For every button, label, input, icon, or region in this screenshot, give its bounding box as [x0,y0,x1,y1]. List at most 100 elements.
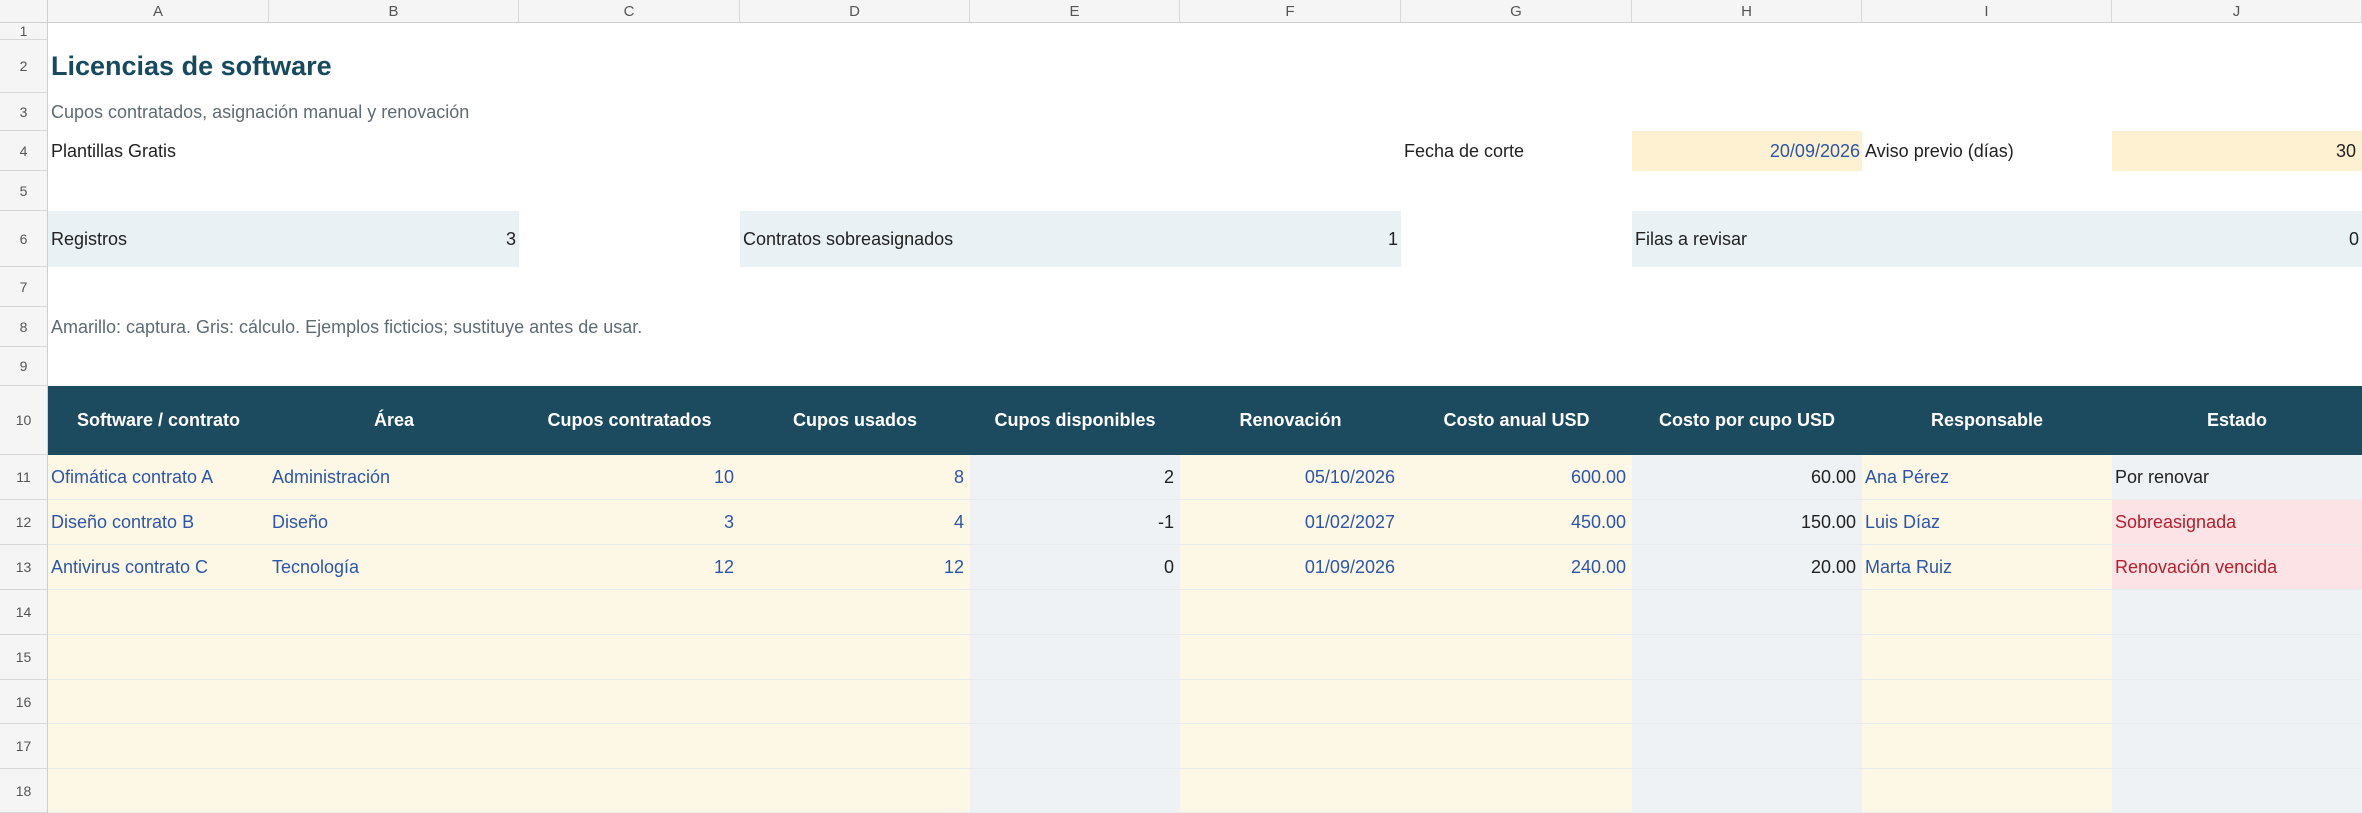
row-header-10[interactable]: 10 [0,386,48,455]
cell-contracted[interactable]: 12 [519,545,740,590]
cell-status[interactable] [2112,724,2362,769]
cell-software[interactable] [48,724,269,769]
row-header-8[interactable]: 8 [0,307,48,347]
cell-area[interactable]: Administración [269,455,519,500]
col-status[interactable]: Estado [2112,386,2362,455]
cell-used[interactable] [740,724,970,769]
cell-owner[interactable] [1862,769,2112,813]
cell-used[interactable] [740,590,970,635]
cell-annual-cost[interactable] [1401,635,1632,680]
column-header-b[interactable]: B [269,0,519,23]
cell-software[interactable] [48,769,269,813]
row-header-12[interactable]: 12 [0,500,48,545]
select-all-corner[interactable] [0,0,48,23]
cell-owner[interactable] [1862,590,2112,635]
cell-owner[interactable]: Marta Ruiz [1862,545,2112,590]
cell-available[interactable]: 0 [970,545,1180,590]
cell-used[interactable]: 4 [740,500,970,545]
cell-used[interactable] [740,769,970,813]
cell-renewal[interactable]: 01/02/2027 [1180,500,1401,545]
cell-software[interactable]: Diseño contrato B [48,500,269,545]
cell-cost-per-seat[interactable]: 150.00 [1632,500,1862,545]
row-header-7[interactable]: 7 [0,267,48,307]
cell-used[interactable]: 8 [740,455,970,500]
cell-cost-per-seat[interactable] [1632,590,1862,635]
cell-area[interactable] [269,680,519,724]
col-area[interactable]: Área [269,386,519,455]
cell-owner[interactable] [1862,724,2112,769]
column-header-j[interactable]: J [2112,0,2362,23]
cell-area[interactable] [269,769,519,813]
cell-annual-cost[interactable] [1401,590,1632,635]
cell-software[interactable]: Ofimática contrato A [48,455,269,500]
cell-cost-per-seat[interactable]: 20.00 [1632,545,1862,590]
cell-software[interactable] [48,590,269,635]
cell-status[interactable] [2112,680,2362,724]
cell-software[interactable] [48,680,269,724]
cell-area[interactable]: Tecnología [269,545,519,590]
row-header-4[interactable]: 4 [0,131,48,171]
row-header-9[interactable]: 9 [0,347,48,386]
cell-status[interactable] [2112,635,2362,680]
cutoff-date-input[interactable]: 20/09/2026 [1632,131,1862,171]
row-header-17[interactable]: 17 [0,724,48,769]
cell-annual-cost[interactable] [1401,724,1632,769]
cell-owner[interactable] [1862,635,2112,680]
cell-annual-cost[interactable]: 600.00 [1401,455,1632,500]
cell-status[interactable]: Por renovar [2112,455,2362,500]
row-header-3[interactable]: 3 [0,93,48,131]
cell-renewal[interactable] [1180,680,1401,724]
cell-annual-cost[interactable]: 450.00 [1401,500,1632,545]
column-header-d[interactable]: D [740,0,970,23]
cell-contracted[interactable]: 10 [519,455,740,500]
row-header-5[interactable]: 5 [0,171,48,211]
cell-status[interactable] [2112,590,2362,635]
cell-available[interactable] [970,635,1180,680]
cell-contracted[interactable] [519,680,740,724]
row-header-11[interactable]: 11 [0,455,48,500]
cell-contracted[interactable] [519,590,740,635]
cell-area[interactable] [269,724,519,769]
column-header-e[interactable]: E [970,0,1180,23]
col-used-seats[interactable]: Cupos usados [740,386,970,455]
metric-records[interactable]: Registros 3 [48,211,519,267]
cell-available[interactable] [970,724,1180,769]
col-contracted-seats[interactable]: Cupos contratados [519,386,740,455]
row-header-6[interactable]: 6 [0,211,48,267]
cell-renewal[interactable] [1180,590,1401,635]
col-cost-per-seat[interactable]: Costo por cupo USD [1632,386,1862,455]
row-header-2[interactable]: 2 [0,40,48,93]
row-header-16[interactable]: 16 [0,680,48,724]
cell-renewal[interactable]: 05/10/2026 [1180,455,1401,500]
cell-renewal[interactable] [1180,635,1401,680]
col-available-seats[interactable]: Cupos disponibles [970,386,1180,455]
cell-cost-per-seat[interactable] [1632,724,1862,769]
cell-cost-per-seat[interactable]: 60.00 [1632,455,1862,500]
cell-available[interactable] [970,590,1180,635]
cell-status[interactable]: Renovación vencida [2112,545,2362,590]
cell-contracted[interactable]: 3 [519,500,740,545]
col-software[interactable]: Software / contrato [48,386,269,455]
cell-owner[interactable] [1862,680,2112,724]
cell-cost-per-seat[interactable] [1632,680,1862,724]
col-owner[interactable]: Responsable [1862,386,2112,455]
column-header-c[interactable]: C [519,0,740,23]
cell-annual-cost[interactable] [1401,680,1632,724]
column-header-h[interactable]: H [1632,0,1862,23]
cell-annual-cost[interactable] [1401,769,1632,813]
cell-available[interactable] [970,680,1180,724]
column-header-f[interactable]: F [1180,0,1401,23]
column-header-a[interactable]: A [48,0,269,23]
cell-owner[interactable]: Luis Díaz [1862,500,2112,545]
notice-days-input[interactable]: 30 [2112,131,2362,171]
col-renewal[interactable]: Renovación [1180,386,1401,455]
cell-used[interactable]: 12 [740,545,970,590]
cell-renewal[interactable] [1180,724,1401,769]
company-name[interactable]: Plantillas Gratis [48,131,518,171]
cell-status[interactable] [2112,769,2362,813]
cell-software[interactable] [48,635,269,680]
col-annual-cost[interactable]: Costo anual USD [1401,386,1632,455]
row-header-1[interactable]: 1 [0,23,48,40]
cell-area[interactable]: Diseño [269,500,519,545]
cell-contracted[interactable] [519,635,740,680]
